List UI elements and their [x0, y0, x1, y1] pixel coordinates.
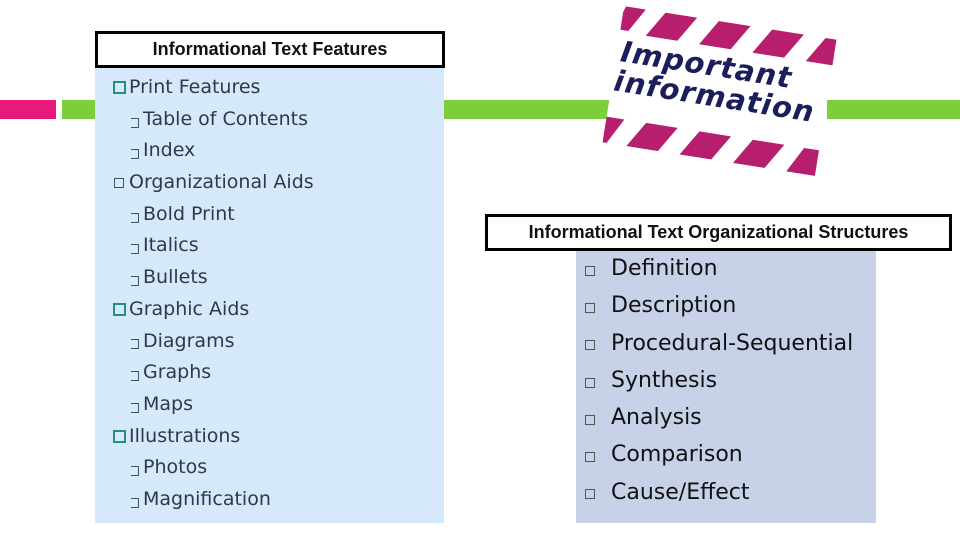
bracket-bullet-icon — [131, 275, 139, 286]
structure-label: Procedural-Sequential — [611, 330, 854, 356]
bracket-bullet-icon — [131, 117, 139, 128]
hollow-square-icon — [585, 489, 595, 500]
structure-label: Definition — [611, 256, 718, 281]
bracket-bullet-icon — [131, 212, 139, 223]
feature-subitem: Photos — [111, 452, 314, 484]
stripe — [602, 116, 625, 143]
feature-category-item: Graphic Aids — [111, 294, 314, 326]
feature-label: Graphic Aids — [129, 297, 250, 320]
stripe — [786, 147, 824, 176]
feature-label: Table of Contents — [143, 107, 308, 130]
structure-item: Procedural-Sequential — [585, 325, 853, 362]
structures-title-text: Informational Text Organizational Struct… — [528, 222, 909, 242]
hollow-square-icon — [585, 265, 595, 276]
feature-subitem: Diagrams — [111, 326, 314, 358]
structures-list: Definition Description Procedural-Sequenti… — [585, 250, 853, 511]
hollow-square-icon — [585, 452, 595, 463]
structures-title: Informational Text Organizational Struct… — [485, 214, 952, 251]
teal-square-icon — [113, 429, 126, 443]
feature-label: Diagrams — [143, 329, 235, 352]
feature-label: Index — [143, 139, 196, 162]
features-title-text: Informational Text Features — [152, 39, 388, 59]
feature-label: Bold Print — [143, 202, 235, 225]
stripe — [732, 139, 785, 168]
structure-item: Cause/Effect — [585, 474, 853, 511]
features-title: Informational Text Features — [95, 31, 445, 68]
feature-subitem: Magnification — [111, 484, 314, 516]
feature-subitem: Bold Print — [111, 199, 314, 231]
teal-square-icon — [113, 303, 126, 317]
feature-subitem: Index — [111, 135, 314, 167]
hollow-square-icon — [585, 414, 595, 425]
bracket-bullet-icon — [131, 497, 139, 508]
feature-label: Photos — [143, 456, 208, 479]
structure-label: Analysis — [611, 405, 702, 431]
feature-label: Bullets — [143, 266, 208, 289]
feature-subitem: Bullets — [111, 262, 314, 294]
features-list: Print Features Table of Contents Index Orga… — [111, 72, 314, 516]
structure-label: Comparison — [611, 442, 743, 468]
feature-label: Organizational Aids — [129, 171, 314, 194]
stripe — [805, 37, 837, 67]
hollow-square-icon — [585, 340, 595, 351]
bracket-bullet-icon — [131, 466, 139, 477]
structure-label: Cause/Effect — [611, 479, 750, 505]
bracket-bullet-icon — [131, 402, 139, 413]
feature-subitem: Graphs — [111, 357, 314, 389]
feature-category-item: Print Features — [111, 72, 314, 104]
stripe — [626, 122, 678, 152]
feature-category-item: Organizational Aids — [111, 167, 314, 199]
structure-item: Synthesis — [585, 362, 853, 399]
bracket-bullet-icon — [131, 371, 139, 382]
structure-item: Definition — [585, 250, 853, 287]
hollow-square-icon — [585, 302, 595, 313]
important-information-sign-icon: Important information — [602, 6, 837, 176]
structure-item: Description — [585, 287, 853, 324]
small-square-icon — [114, 177, 124, 188]
feature-label: Italics — [143, 234, 199, 257]
green-accent-bar-right — [827, 100, 960, 119]
hollow-square-icon — [585, 377, 595, 388]
stripe — [679, 131, 732, 160]
bracket-bullet-icon — [131, 149, 139, 160]
feature-label: Magnification — [143, 487, 271, 510]
feature-label: Graphs — [143, 361, 212, 384]
bracket-bullet-icon — [131, 339, 139, 350]
structure-label: Description — [611, 293, 737, 319]
feature-label: Maps — [143, 392, 193, 415]
feature-label: Print Features — [129, 76, 261, 98]
feature-label: Illustrations — [129, 424, 241, 447]
structure-label: Synthesis — [611, 367, 718, 393]
structure-item: Comparison — [585, 436, 853, 473]
feature-subitem: Table of Contents — [111, 104, 314, 136]
structure-item: Analysis — [585, 399, 853, 436]
stripe — [614, 6, 646, 31]
pink-accent-bar — [0, 100, 56, 119]
bracket-bullet-icon — [131, 244, 139, 255]
feature-subitem: Maps — [111, 389, 314, 421]
teal-square-icon — [113, 81, 126, 95]
feature-category-item: Illustrations — [111, 421, 314, 453]
feature-subitem: Italics — [111, 230, 314, 262]
